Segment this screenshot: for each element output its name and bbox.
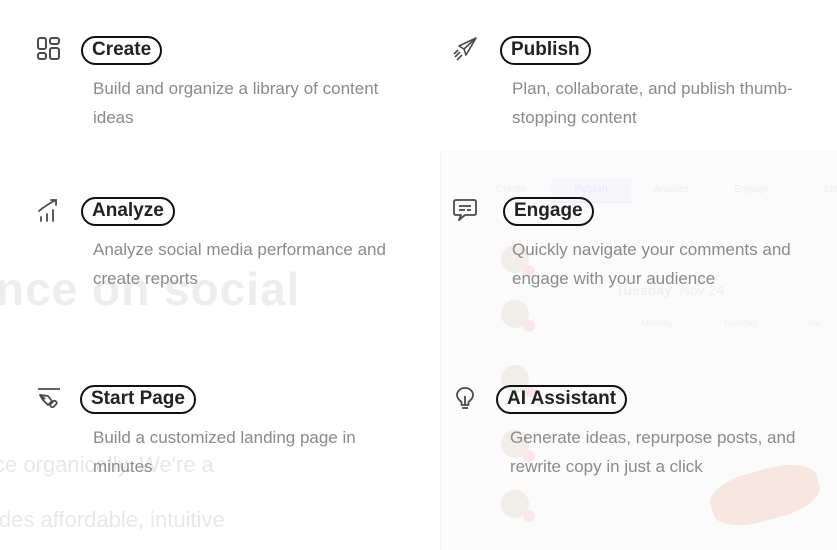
background-tab: Sta [823,184,837,195]
background-weekday: We [807,318,821,328]
feature-description: Generate ideas, repurpose posts, and rew… [510,428,796,476]
feature-title[interactable]: Start Page [80,385,196,414]
feature-description: Analyze social media performance and cre… [93,240,386,288]
feature-title[interactable]: AI Assistant [496,385,628,414]
feature-description: Quickly navigate your comments and engag… [512,240,791,288]
lightbulb-icon [452,385,478,411]
feature-title[interactable]: Engage [503,197,594,226]
background-avatar [501,300,535,332]
feature-title[interactable]: Publish [500,36,591,65]
feature-description: Plan, collaborate, and publish thumb-sto… [512,79,793,127]
background-avatar [501,490,535,522]
chart-trend-icon [36,197,62,223]
feature-title[interactable]: Create [81,36,163,65]
background-app-preview: Create Publish Analyze Engage Sta Tuesda… [440,150,837,550]
feature-title[interactable]: Analyze [81,197,175,226]
background-tab: Engage [733,184,769,195]
background-weekdays: Monday Tuesday We [641,318,821,328]
pen-tool-icon [36,385,62,411]
grid-layout-icon [36,36,62,62]
background-weekday: Tuesday [723,318,758,328]
feature-description: Build a customized landing page in minut… [93,428,356,476]
background-weekday: Monday [641,318,674,328]
chat-bubble-icon [452,197,478,223]
feature-description: Build and organize a library of content … [93,79,379,127]
background-tab: Analyze [653,184,689,195]
background-paragraph-line: ides affordable, intuitive [0,507,225,532]
paper-plane-icon [452,36,478,62]
